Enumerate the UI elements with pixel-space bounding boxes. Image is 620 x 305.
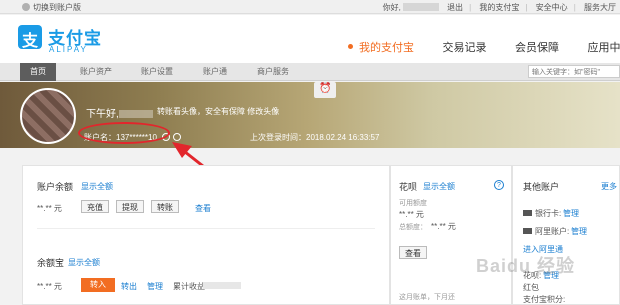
ali-account-manage[interactable]: 管理 xyxy=(571,226,587,237)
watermark: Baidu 经验 xyxy=(476,256,576,276)
transfer-in-button[interactable]: 转入 xyxy=(81,278,115,292)
my-alipay-link[interactable]: 我的支付宝 xyxy=(479,3,519,12)
main-nav: 我的支付宝 交易记录 会员保障 应用中 xyxy=(348,39,620,55)
yuebao-title: 余额宝 xyxy=(37,258,65,268)
points-label: 支付宝积分: xyxy=(523,295,566,304)
recharge-button[interactable]: 充值 xyxy=(81,200,109,213)
sub-nav: 首页 账户资产 账户设置 账户通 商户服务 输入关键字：如"密码" xyxy=(0,63,620,81)
divider xyxy=(37,228,375,229)
nav-my-alipay[interactable]: 我的支付宝 xyxy=(348,39,414,55)
nav-member-protection[interactable]: 会员保障 xyxy=(515,39,559,55)
top-bar: 切换到账户版 你好, 退出 | 我的支付宝 | 安全中心 | 服务大厅 xyxy=(0,0,620,14)
switch-account-version-link[interactable]: 切换到账户版 xyxy=(22,2,81,13)
highlight-ring xyxy=(78,122,170,144)
balance-view-link[interactable]: 查看 xyxy=(195,203,211,214)
greeting: 下午好, xyxy=(86,105,153,120)
main-header: 支付宝 ALIPAY 我的支付宝 交易记录 会员保障 应用中 xyxy=(0,15,620,63)
huabei-title: 花呗 xyxy=(399,182,418,192)
tab-home[interactable]: 首页 xyxy=(20,63,56,81)
income-blur xyxy=(203,282,241,289)
yuebao-show-all[interactable]: 显示全额 xyxy=(68,257,100,268)
help-icon[interactable]: ? xyxy=(494,180,504,190)
transfer-out-link[interactable]: 转出 xyxy=(121,281,137,292)
huabei-view-button[interactable]: 查看 xyxy=(399,246,427,259)
search-input[interactable]: 输入关键字：如"密码" xyxy=(528,65,620,78)
huabei-available-label: 可用额度 xyxy=(399,200,427,207)
other-more-link[interactable]: 更多 xyxy=(601,181,617,192)
switch-icon xyxy=(22,3,30,11)
tab-settings[interactable]: 账户设置 xyxy=(141,66,173,77)
transfer-button[interactable]: 转账 xyxy=(151,200,179,213)
huabei-available: **.** 元 xyxy=(399,210,424,219)
huabei-panel: 花呗 显示全额 ? 可用额度 **.** 元 总额度： **.** 元 查看 这… xyxy=(390,165,512,305)
huabei-repayment-note: 这月账单，下月还 xyxy=(399,294,455,301)
balance-title: 账户余额 xyxy=(37,182,74,192)
greeting-text: 你好, xyxy=(382,3,401,12)
service-hall-link[interactable]: 服务大厅 xyxy=(584,3,616,12)
withdraw-button[interactable]: 提现 xyxy=(116,200,144,213)
nav-applications[interactable]: 应用中 xyxy=(588,39,620,55)
brand-subtitle: ALIPAY xyxy=(49,45,88,54)
ali-account-icon xyxy=(523,228,532,234)
security-center-link[interactable]: 安全中心 xyxy=(536,3,568,12)
yuebao-income: 累计收益 xyxy=(173,282,205,291)
tab-merchant[interactable]: 商户服务 xyxy=(257,66,289,77)
bank-card-manage[interactable]: 管理 xyxy=(563,208,579,219)
avatar[interactable] xyxy=(20,88,76,144)
tab-account-pass[interactable]: 账户通 xyxy=(203,66,227,77)
huabei-total: **.** 元 xyxy=(431,222,456,231)
huabei-show-all[interactable]: 显示全额 xyxy=(423,181,455,192)
top-right-links: 你好, 退出 | 我的支付宝 | 安全中心 | 服务大厅 xyxy=(382,3,616,12)
yuebao-manage-link[interactable]: 管理 xyxy=(147,281,163,292)
other-accounts-panel: 其他账户 更多 银行卡: 管理 阿里账户: 管理 进入阿里通 花呗: 管理 红包… xyxy=(512,165,620,305)
alipay-logo-icon[interactable] xyxy=(18,25,42,51)
other-title: 其他账户 xyxy=(523,182,560,192)
avatar-tip[interactable]: 转账看头像，安全有保障 修改头像 xyxy=(157,106,279,117)
nav-transactions[interactable]: 交易记录 xyxy=(443,39,487,55)
huabei-total-label: 总额度： xyxy=(399,224,427,231)
tab-assets[interactable]: 账户资产 xyxy=(80,66,112,77)
username-blur xyxy=(402,3,439,11)
alarm-clock-icon[interactable] xyxy=(314,82,336,98)
balance-amount: **.** 元 xyxy=(37,204,62,213)
balance-show-all[interactable]: 显示全额 xyxy=(81,181,113,192)
assets-panel: 账户余额 显示全额 **.** 元 充值 提现 转账 查看 余额宝 显示全额 *… xyxy=(22,165,390,305)
bank-card-label: 银行卡: xyxy=(535,209,562,218)
ali-account-label: 阿里账户: xyxy=(535,227,570,236)
logout-link[interactable]: 退出 xyxy=(447,3,463,12)
redpacket-label: 红包 xyxy=(523,283,539,292)
yuebao-amount: **.** 元 xyxy=(37,282,62,291)
bank-card-icon xyxy=(523,210,532,216)
